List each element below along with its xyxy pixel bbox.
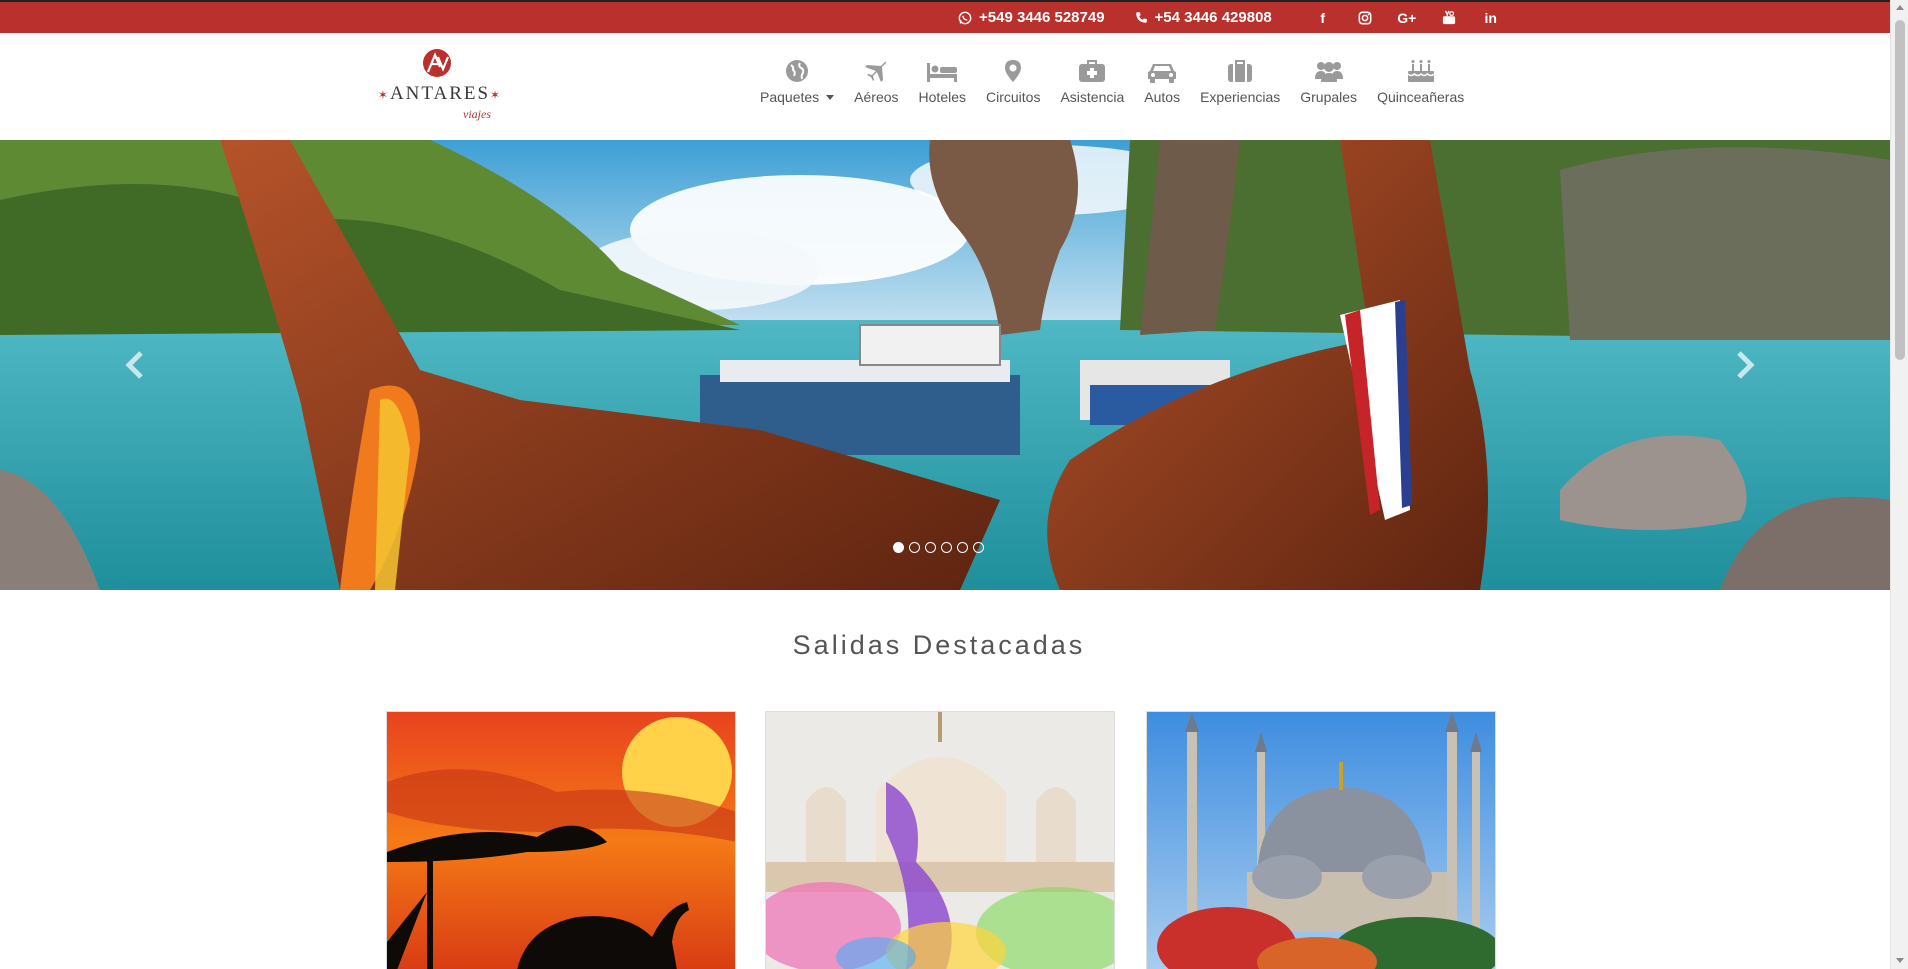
- logo-wordmark: ✶ANTARES✶: [377, 83, 503, 104]
- main-nav: Paquetes Aéreos Hoteles Circuitos Asiste…: [760, 53, 1484, 105]
- nav-item-autos[interactable]: Autos: [1144, 53, 1180, 105]
- carousel-prev-button[interactable]: [115, 345, 155, 385]
- featured-card-africa[interactable]: [386, 711, 736, 969]
- scroll-up-arrow-icon[interactable]: [1896, 5, 1904, 10]
- phone-contact[interactable]: +54 3446 429808: [1135, 9, 1272, 26]
- carousel-dot[interactable]: [925, 542, 936, 553]
- logo-mark-icon: [423, 49, 451, 77]
- social-links: f G+ in: [1302, 8, 1512, 28]
- carousel-dot[interactable]: [893, 542, 904, 553]
- nav-item-grupales[interactable]: Grupales: [1300, 53, 1357, 105]
- nav-label-circuitos: Circuitos: [986, 89, 1041, 105]
- site-logo[interactable]: ✶ANTARES✶ viajes: [375, 47, 505, 127]
- nav-label-quinceaneras: Quinceañeras: [1377, 89, 1465, 105]
- nav-item-hoteles[interactable]: Hoteles: [919, 53, 966, 105]
- card-image: [387, 712, 735, 969]
- carousel-dot[interactable]: [973, 542, 984, 553]
- whatsapp-icon: [958, 11, 972, 25]
- logo-subtitle: viajes: [463, 107, 491, 121]
- nav-item-paquetes[interactable]: Paquetes: [760, 53, 835, 105]
- scroll-down-arrow-icon[interactable]: [1896, 958, 1904, 963]
- suitcase-icon: [1227, 53, 1253, 83]
- chevron-down-icon: [826, 94, 835, 100]
- top-contact-bar: +549 3446 528749 +54 3446 429808 f G+ in: [0, 0, 1890, 33]
- nav-label-grupales: Grupales: [1300, 89, 1358, 105]
- featured-card-istanbul[interactable]: [1146, 711, 1496, 969]
- card-image: [1147, 712, 1495, 969]
- hero-carousel: [0, 140, 1890, 590]
- google-plus-icon[interactable]: G+: [1397, 8, 1417, 28]
- plane-icon: [864, 53, 888, 83]
- instagram-icon[interactable]: [1355, 8, 1375, 28]
- nav-label-asistencia: Asistencia: [1060, 89, 1125, 105]
- hero-slide-image: [0, 140, 1890, 590]
- bed-icon: [926, 53, 958, 83]
- chevron-left-icon: [125, 351, 143, 379]
- nav-item-asistencia[interactable]: Asistencia: [1060, 53, 1124, 105]
- carousel-dot[interactable]: [957, 542, 968, 553]
- medkit-icon: [1078, 53, 1106, 83]
- nav-label-paquetes: Paquetes: [760, 89, 820, 105]
- page-scrollbar[interactable]: [1890, 0, 1908, 969]
- nav-item-experiencias[interactable]: Experiencias: [1200, 53, 1280, 105]
- section-title: Salidas Destacadas: [792, 630, 1086, 660]
- users-icon: [1314, 53, 1344, 83]
- birthday-cake-icon: [1407, 53, 1435, 83]
- chevron-right-icon: [1737, 351, 1755, 379]
- map-marker-icon: [1004, 53, 1022, 83]
- nav-item-quinceaneras[interactable]: Quinceañeras: [1377, 53, 1464, 105]
- card-image: [766, 712, 1114, 969]
- whatsapp-contact[interactable]: +549 3446 528749: [958, 9, 1105, 26]
- topbar-content: +549 3446 528749 +54 3446 429808 f G+ in: [958, 2, 1512, 33]
- linkedin-icon[interactable]: in: [1481, 8, 1501, 28]
- youtube-icon[interactable]: [1439, 8, 1459, 28]
- nav-label-experiencias: Experiencias: [1200, 89, 1281, 105]
- carousel-indicators: [893, 542, 989, 553]
- logo-star-right-icon: ✶: [490, 88, 503, 102]
- carousel-next-button[interactable]: [1725, 345, 1765, 385]
- car-icon: [1147, 53, 1177, 83]
- nav-label-autos: Autos: [1144, 89, 1181, 105]
- featured-card-india[interactable]: [765, 711, 1115, 969]
- facebook-icon[interactable]: f: [1313, 8, 1333, 28]
- logo-star-left-icon: ✶: [377, 88, 390, 102]
- nav-label-aereos: Aéreos: [854, 89, 899, 105]
- whatsapp-number: +549 3446 528749: [979, 9, 1105, 26]
- carousel-dot[interactable]: [941, 542, 952, 553]
- scrollbar-thumb[interactable]: [1895, 20, 1905, 360]
- phone-icon: [1135, 11, 1148, 24]
- nav-item-aereos[interactable]: Aéreos: [854, 53, 899, 105]
- carousel-dot[interactable]: [909, 542, 920, 553]
- nav-label-hoteles: Hoteles: [918, 89, 966, 105]
- globe-icon: [785, 53, 809, 83]
- nav-item-circuitos[interactable]: Circuitos: [986, 53, 1040, 105]
- site-header: ✶ANTARES✶ viajes Paquetes Aéreos Hoteles: [0, 33, 1890, 140]
- phone-number: +54 3446 429808: [1154, 9, 1272, 26]
